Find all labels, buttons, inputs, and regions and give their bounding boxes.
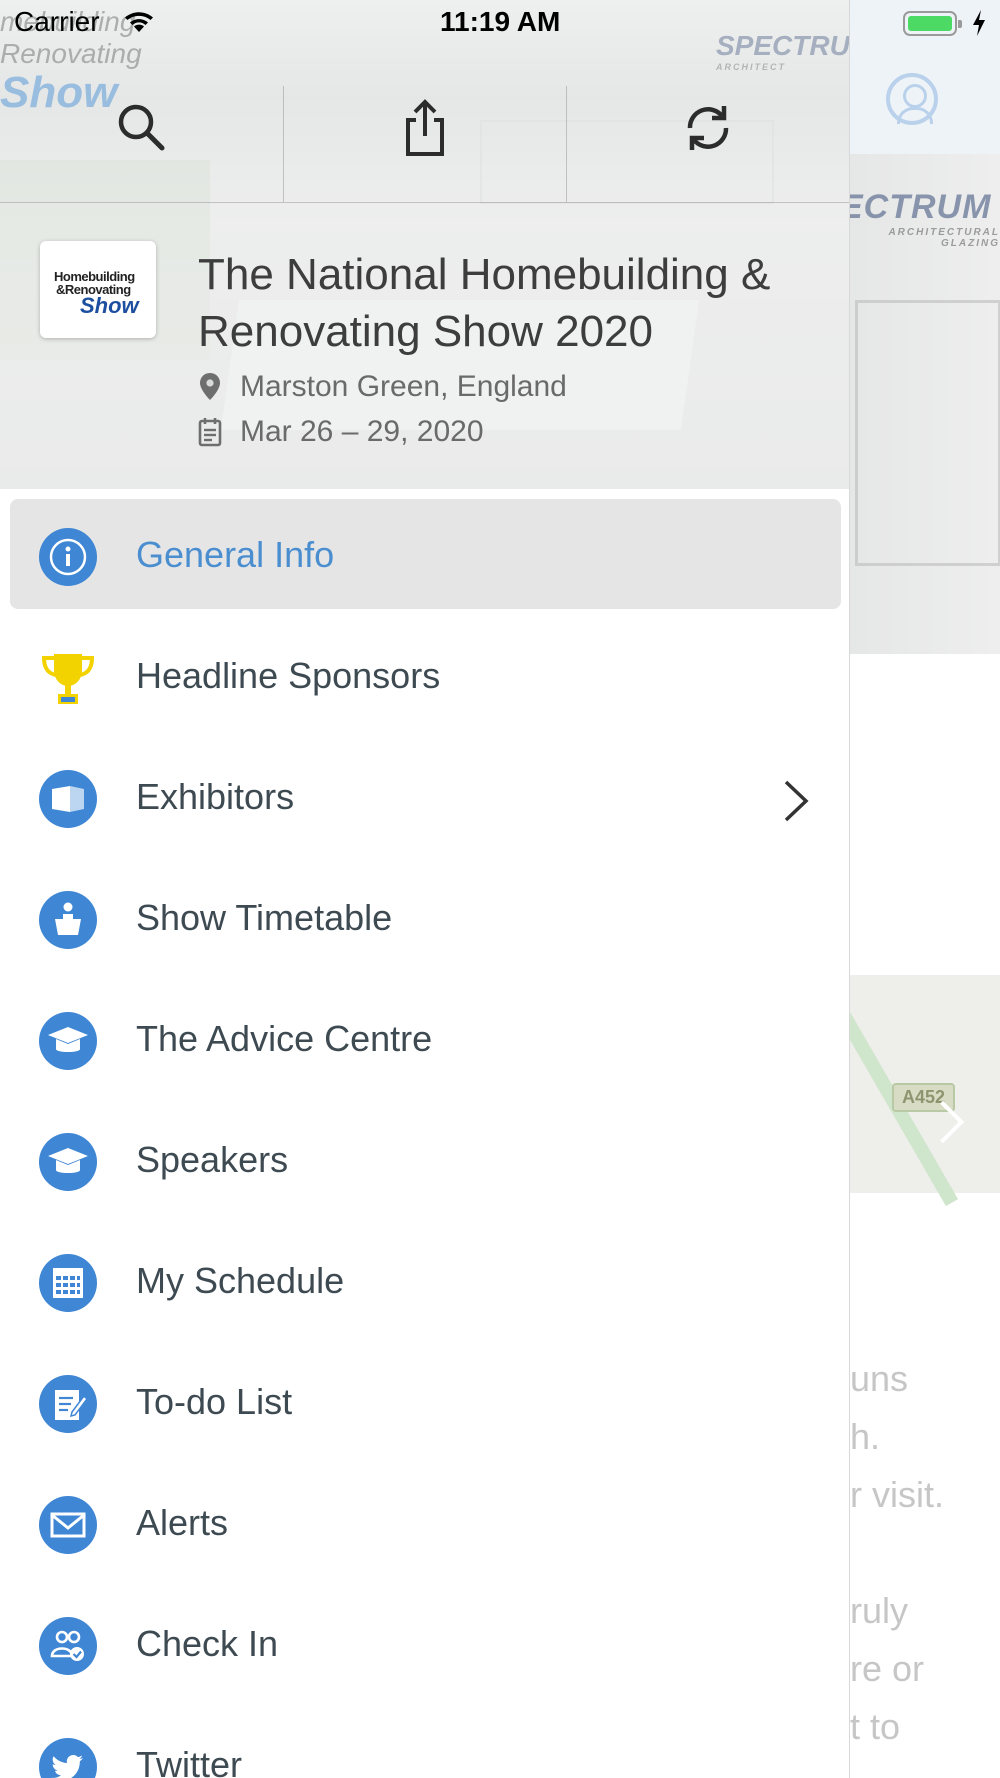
charging-bolt-icon (973, 10, 985, 36)
event-logo-line: Show (80, 293, 139, 318)
background-image-detail (855, 300, 1000, 566)
booth-icon (39, 770, 97, 828)
event-title: The National Homebuilding & Renovating S… (198, 250, 771, 356)
menu-item-to-do-list[interactable]: To-do List (0, 1336, 849, 1457)
menu-item-label: Show Timetable (136, 897, 393, 938)
calendar-icon (198, 418, 222, 447)
menu-item-alerts[interactable]: Alerts (0, 1457, 849, 1578)
envelope-icon (39, 1496, 97, 1554)
background-brand-subtext: ARCHITECTURAL GLAZING (888, 227, 1000, 249)
profile-icon[interactable] (886, 73, 938, 125)
notepad-icon (39, 1375, 97, 1433)
share-icon (405, 99, 444, 156)
menu-item-my-schedule[interactable]: My Schedule (0, 1215, 849, 1336)
background-text-line: ruly (850, 1590, 909, 1631)
event-dates-text: Mar 26 – 29, 2020 (240, 415, 484, 448)
graduation-cap-icon (39, 1012, 97, 1070)
share-button[interactable] (283, 86, 566, 202)
refresh-icon (687, 106, 728, 150)
watermark-brand-subtext: ARCHITECT (716, 62, 786, 72)
menu-item-label: Speakers (136, 1139, 289, 1180)
background-text-line: uns (850, 1358, 909, 1399)
status-bar: Carrier 11:19 AM (0, 0, 1000, 50)
menu-item-label: The Advice Centre (136, 1018, 433, 1059)
background-text-line: t to (850, 1706, 901, 1747)
background-text-line: r visit. (850, 1474, 944, 1515)
drawer-menu: General Info Headline Sponsors Exhibitor… (0, 489, 849, 1778)
header-action-bar (0, 86, 849, 203)
menu-item-label: Alerts (136, 1502, 229, 1543)
background-body-text: uns h. r visit. ruly re or t to (850, 1350, 1000, 1756)
wifi-icon (125, 12, 153, 32)
menu-item-label: General Info (136, 534, 335, 575)
menu-item-headline-sponsors[interactable]: Headline Sponsors (0, 610, 849, 731)
menu-item-show-timetable[interactable]: Show Timetable (0, 852, 849, 973)
trophy-icon (41, 654, 95, 704)
search-button[interactable] (0, 86, 283, 202)
event-logo: Homebuilding &Renovating Show (40, 241, 156, 338)
menu-item-label: Headline Sponsors (136, 655, 441, 696)
drawer-header: mebuilding Renovating Show SPECTRU ARCHI… (0, 0, 849, 489)
check-in-icon (39, 1617, 97, 1675)
menu-item-twitter[interactable]: Twitter (0, 1699, 849, 1778)
menu-item-the-advice-centre[interactable]: The Advice Centre (0, 973, 849, 1094)
battery-icon (903, 11, 962, 36)
search-icon (118, 104, 164, 151)
location-pin-icon (200, 373, 220, 400)
graduation-cap-icon (39, 1133, 97, 1191)
event-location-text: Marston Green, England (240, 370, 567, 403)
menu-item-label: Check In (136, 1623, 279, 1664)
speaker-podium-icon (39, 891, 97, 949)
side-drawer: mebuilding Renovating Show SPECTRU ARCHI… (0, 0, 850, 1778)
twitter-icon (39, 1738, 97, 1778)
refresh-button[interactable] (566, 86, 849, 202)
menu-item-exhibitors[interactable]: Exhibitors (0, 731, 849, 852)
menu-item-label: Twitter (136, 1744, 243, 1778)
background-text-line: h. (850, 1416, 881, 1457)
menu-item-general-info[interactable]: General Info (0, 489, 849, 610)
menu-item-check-in[interactable]: Check In (0, 1578, 849, 1699)
calendar-grid-icon (39, 1254, 97, 1312)
status-time: 11:19 AM (440, 6, 561, 37)
background-text-line: re or (850, 1648, 925, 1689)
menu-item-label: My Schedule (136, 1260, 345, 1301)
chevron-right-icon[interactable] (782, 779, 810, 823)
background-sponsor-logo: ECTRUM ARCHITECTURAL GLAZING (840, 188, 1000, 249)
menu-item-label: Exhibitors (136, 776, 295, 817)
info-icon (39, 528, 97, 586)
background-brand-text: ECTRUM (840, 188, 992, 226)
menu-item-speakers[interactable]: Speakers (0, 1094, 849, 1215)
menu-item-label: To-do List (136, 1381, 293, 1422)
carrier-label: Carrier (14, 6, 100, 37)
